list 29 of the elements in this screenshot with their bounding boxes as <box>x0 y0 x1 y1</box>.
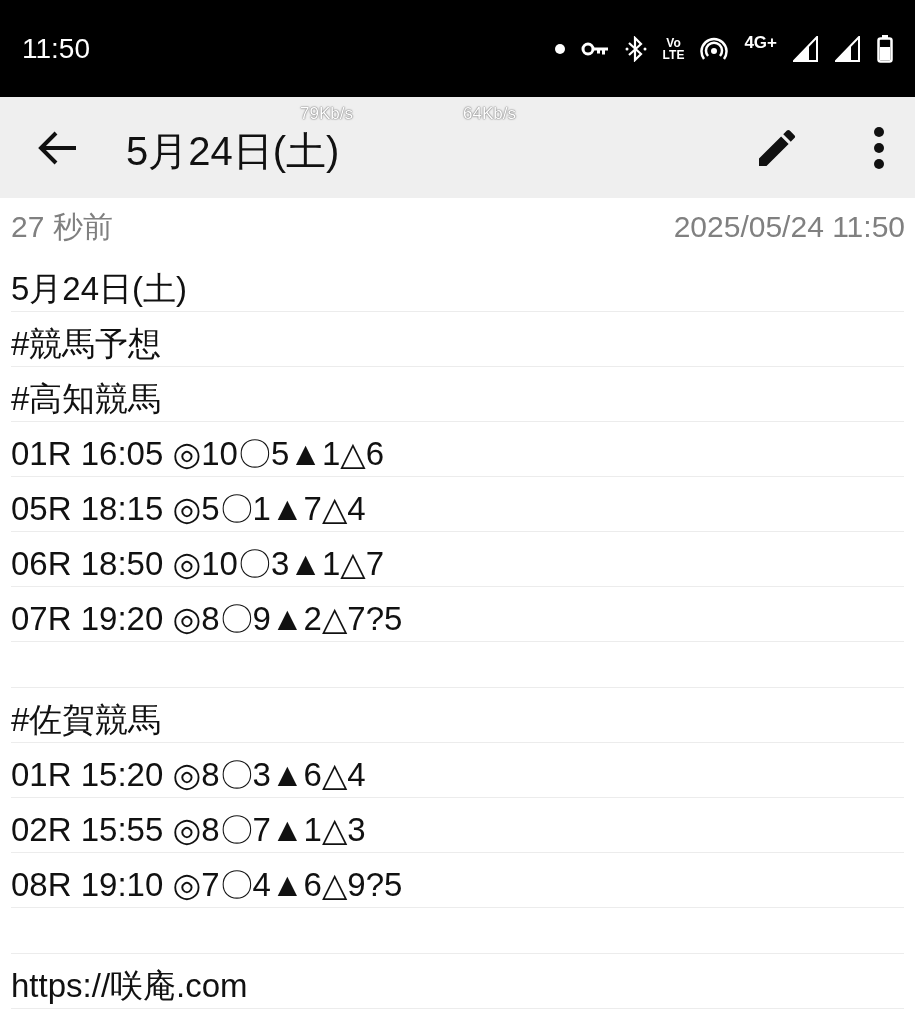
status-time: 11:50 <box>22 31 90 66</box>
note-line: 05R 18:15 ◎5〇1▲7△4 <box>11 490 366 527</box>
speed-overlay: 64Kb/s <box>463 105 516 122</box>
battery-icon <box>877 34 893 63</box>
lte-label: LTE <box>662 48 685 61</box>
note-line: 08R 19:10 ◎7〇4▲6△9?5 <box>11 866 403 903</box>
signal-icon <box>793 35 819 62</box>
more-options-button[interactable] <box>873 125 885 170</box>
hotspot-icon <box>700 35 729 62</box>
note-line: #佐賀競馬 <box>11 701 162 738</box>
note-title: 5月24日(土) <box>126 130 340 171</box>
signal-icon <box>835 35 861 62</box>
bluetooth-icon <box>624 35 647 62</box>
note-line: 02R 15:55 ◎8〇7▲1△3 <box>11 811 366 848</box>
notification-dot-icon <box>554 43 565 54</box>
note-datetime: 2025/05/24 11:50 <box>673 209 905 245</box>
note-line: 5月24日(土) <box>11 270 188 307</box>
note-line: 01R 16:05 ◎10〇5▲1△6 <box>11 435 385 472</box>
network-type-label: 4G+ <box>744 31 777 54</box>
speed-overlay: 79Kb/s <box>300 105 353 122</box>
edited-time: 27 秒前 <box>11 209 113 245</box>
note-line: #競馬予想 <box>11 325 162 362</box>
volte-label: Vo <box>665 36 682 49</box>
note-line: #高知競馬 <box>11 380 162 417</box>
note-line: 01R 15:20 ◎8〇3▲6△4 <box>11 756 366 793</box>
note-line: 06R 18:50 ◎10〇3▲1△7 <box>11 545 385 582</box>
note-line: 07R 19:20 ◎8〇9▲2△7?5 <box>11 600 403 637</box>
note-line: https://咲庵.com <box>11 967 248 1004</box>
key-icon <box>580 40 609 57</box>
